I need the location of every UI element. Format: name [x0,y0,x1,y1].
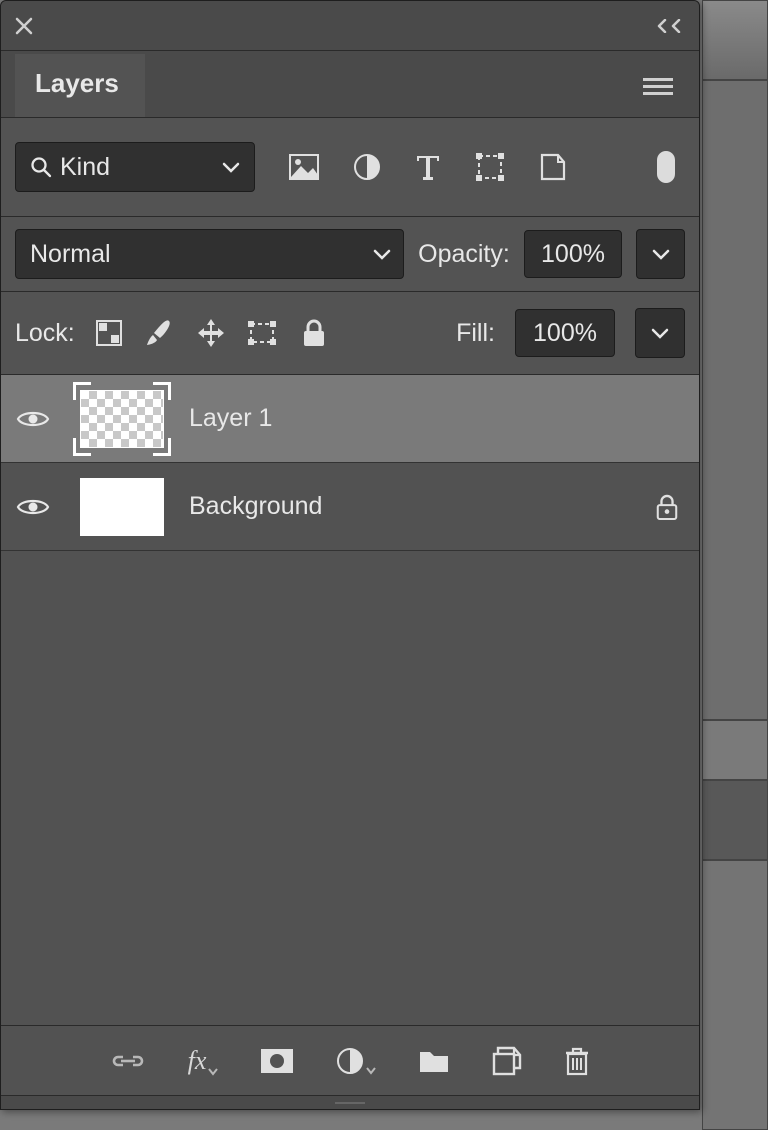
filter-type-icons [289,152,567,182]
search-icon [30,156,52,178]
filter-type-button[interactable] [415,153,441,181]
panel-titlebar [1,1,699,51]
panel-menu-button[interactable] [643,77,673,97]
fill-value: 100% [533,319,597,348]
filter-smartobject-button[interactable] [539,152,567,182]
text-icon [415,153,441,181]
chevron-down-icon [366,1067,376,1075]
filter-shape-button[interactable] [475,152,505,182]
eye-icon [16,496,50,518]
filter-adjustment-button[interactable] [353,153,381,181]
trash-icon [564,1046,590,1076]
lock-artboard-button[interactable] [247,318,281,348]
panel-footer: fx [1,1025,699,1095]
adjustment-icon [336,1047,364,1075]
lock-fill-row: Lock: [1,291,699,374]
chevron-down-icon [222,161,240,173]
link-layers-button[interactable] [110,1051,146,1071]
collapse-icon [655,19,685,33]
panel-tabbar: Layers [1,51,699,117]
filter-kind-label: Kind [60,153,110,182]
chevron-down-icon [208,1068,218,1076]
add-mask-button[interactable] [260,1048,294,1074]
blend-mode-dropdown[interactable]: Normal [15,229,404,279]
blend-opacity-row: Normal Opacity: 100% [1,216,699,291]
eye-icon [16,408,50,430]
tab-layers[interactable]: Layers [15,54,145,117]
add-adjustment-layer-button[interactable] [336,1047,376,1075]
layer-row[interactable]: Layer 1 [1,375,699,463]
collapse-panel-button[interactable] [655,19,685,33]
blend-mode-label: Normal [30,240,111,269]
menu-icon [643,77,673,97]
layer-locked-indicator[interactable] [655,493,679,521]
filter-kind-dropdown[interactable]: Kind [15,142,255,192]
close-panel-button[interactable] [15,17,33,35]
new-group-button[interactable] [418,1048,450,1074]
external-ui-fragment [702,80,768,720]
lock-all-button[interactable] [301,318,327,348]
lock-pixels-button[interactable] [143,318,175,348]
new-layer-button[interactable] [492,1046,522,1076]
adjustment-icon [353,153,381,181]
close-icon [15,17,33,35]
fill-value-field[interactable]: 100% [515,309,615,357]
filter-toggle[interactable] [657,151,675,183]
link-icon [110,1051,146,1071]
lock-label: Lock: [15,319,75,348]
lock-transparency-button[interactable] [95,319,123,347]
opacity-label: Opacity: [418,240,510,269]
artboard-lock-icon [247,318,281,348]
layers-panel: Layers Kind [0,0,700,1110]
lock-icon [655,493,679,521]
lock-icon [301,318,327,348]
new-layer-icon [492,1046,522,1076]
transparency-lock-icon [95,319,123,347]
image-icon [289,154,319,180]
filter-row: Kind [1,117,699,216]
filter-pixel-button[interactable] [289,154,319,180]
opacity-value: 100% [541,240,605,269]
layer-name[interactable]: Background [189,492,635,521]
layer-thumbnail[interactable] [75,384,169,454]
chevron-down-icon [651,327,669,339]
layer-visibility-toggle[interactable] [11,397,55,441]
external-ui-fragment [702,720,768,780]
mask-icon [260,1048,294,1074]
lock-position-button[interactable] [195,317,227,349]
external-ui-fragment [702,780,768,860]
move-icon [195,317,227,349]
chevron-down-icon [373,248,391,260]
tab-label: Layers [35,68,119,98]
fill-dropdown-button[interactable] [635,308,685,358]
layer-list: Layer 1 Background [1,374,699,1025]
folder-icon [418,1048,450,1074]
external-ui-fragment [702,860,768,1130]
fill-label: Fill: [456,319,495,348]
layer-visibility-toggle[interactable] [11,485,55,529]
chevron-down-icon [652,248,670,260]
smartobject-icon [539,152,567,182]
brush-icon [143,318,175,348]
opacity-dropdown-button[interactable] [636,229,685,279]
external-ui-fragment [702,0,768,80]
layer-name[interactable]: Layer 1 [189,404,679,433]
panel-resize-handle[interactable] [1,1095,699,1109]
delete-layer-button[interactable] [564,1046,590,1076]
shape-icon [475,152,505,182]
opacity-value-field[interactable]: 100% [524,230,622,278]
layer-effects-button[interactable]: fx [188,1046,219,1076]
fx-icon: fx [188,1046,207,1076]
layer-thumbnail[interactable] [75,472,169,542]
layer-row[interactable]: Background [1,463,699,551]
